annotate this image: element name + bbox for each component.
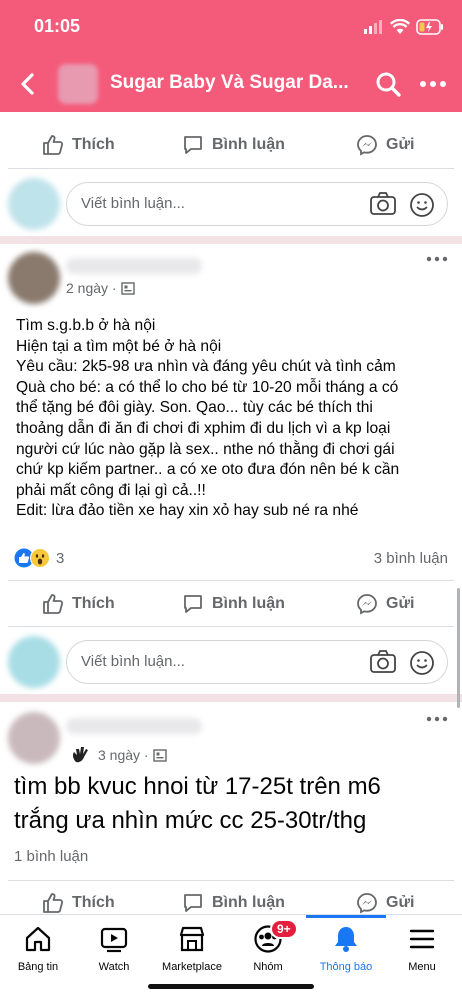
author-name[interactable] [66, 718, 202, 734]
home-icon [25, 926, 51, 952]
comment-icon [184, 894, 202, 912]
emoji-icon[interactable] [409, 192, 435, 218]
tab-groups[interactable]: 9+ Nhóm [228, 919, 308, 973]
post-text: tìm bb kvuc hnoi từ 17-25t trên m6 trắng… [14, 773, 381, 834]
group-avatar[interactable] [58, 64, 98, 104]
author-avatar[interactable] [8, 712, 60, 764]
tab-watch[interactable]: Watch [74, 923, 154, 973]
thumbs-up-icon [43, 594, 64, 614]
post-options-icon[interactable] [426, 714, 448, 724]
group-privacy-icon [152, 748, 167, 762]
tab-marketplace[interactable]: Marketplace [152, 923, 232, 973]
menu-icon [409, 929, 435, 949]
comment-input[interactable]: Viết bình luận... [66, 182, 448, 226]
comment-composer: Viết bình luận... [0, 634, 462, 694]
post-header: 2 ngày · [0, 252, 462, 316]
watch-icon [100, 927, 128, 953]
hand-wave-icon [72, 747, 88, 763]
scrollbar[interactable] [457, 588, 460, 708]
comment-button[interactable]: Bình luận [182, 132, 285, 158]
comment-icon [184, 595, 202, 613]
wifi-icon [390, 19, 410, 34]
tab-notifications[interactable]: Thông báo [306, 915, 386, 973]
send-button[interactable]: Gửi [356, 132, 414, 158]
post-divider [0, 236, 462, 244]
back-icon[interactable] [14, 70, 42, 98]
like-button[interactable]: Thích [42, 132, 115, 158]
author-avatar[interactable] [8, 252, 60, 304]
group-title[interactable]: Sugar Baby Và Sugar Da... [110, 72, 350, 94]
comment-input[interactable]: Viết bình luận... [66, 640, 448, 684]
send-button[interactable]: Gửi [356, 890, 414, 916]
group-privacy-icon [120, 281, 135, 295]
like-button[interactable]: Thích [42, 591, 115, 617]
clock: 01:05 [34, 16, 81, 36]
comment-count[interactable]: 1 bình luận [14, 848, 88, 865]
post-text: Tìm s.g.b.b ở hà nội Hiện tại a tìm một … [16, 317, 400, 520]
comment-composer: Viết bình luận... [0, 176, 462, 236]
post-meta: 2 ngày · [66, 280, 135, 296]
post-actions: Thích Bình luận Gửi [0, 122, 462, 168]
bell-icon [335, 927, 357, 952]
post-header: 3 ngày · [0, 712, 462, 776]
comment-button[interactable]: Bình luận [182, 591, 285, 617]
messenger-icon [357, 594, 377, 615]
avatar [8, 178, 60, 230]
group-header: Sugar Baby Và Sugar Da... [0, 56, 462, 112]
wow-reaction-icon [30, 548, 50, 568]
comment-button[interactable]: Bình luận [182, 890, 285, 916]
comment-count[interactable]: 3 bình luận [374, 550, 448, 567]
post-options-icon[interactable] [426, 254, 448, 264]
thumbs-up-icon [43, 893, 64, 913]
home-indicator [148, 984, 314, 989]
emoji-icon[interactable] [409, 650, 435, 676]
like-button[interactable]: Thích [42, 890, 115, 916]
separator [8, 626, 454, 627]
post-meta: 3 ngày · [70, 746, 167, 764]
camera-icon[interactable] [369, 191, 397, 217]
author-name[interactable] [66, 258, 202, 274]
separator [8, 168, 454, 169]
thumbs-up-icon [43, 135, 64, 155]
signal-icon [364, 20, 382, 34]
battery-icon [416, 19, 443, 35]
avatar [8, 636, 60, 688]
send-button[interactable]: Gửi [356, 591, 414, 617]
tab-menu[interactable]: Menu [382, 923, 462, 973]
messenger-icon [357, 135, 377, 156]
post-divider [0, 694, 462, 702]
marketplace-icon [179, 926, 205, 952]
tab-home[interactable]: Bảng tin [0, 923, 78, 973]
messenger-icon [357, 893, 377, 914]
notification-badge: 9+ [270, 919, 298, 939]
comment-icon [184, 136, 202, 154]
search-icon[interactable] [374, 70, 402, 98]
status-bar: 01:05 [0, 0, 462, 56]
post-actions: Thích Bình luận Gửi [0, 581, 462, 627]
camera-icon[interactable] [369, 649, 397, 675]
more-icon[interactable] [418, 70, 448, 98]
reaction-summary[interactable]: 3 [14, 548, 64, 568]
